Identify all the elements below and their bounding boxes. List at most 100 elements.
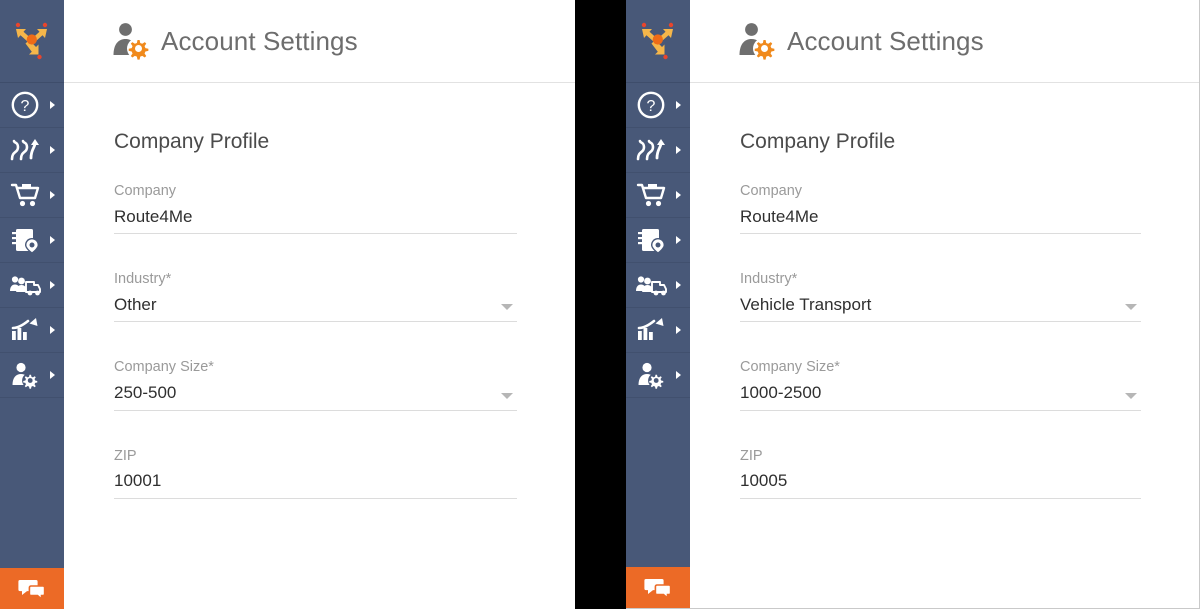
route4me-logo-icon: [641, 22, 674, 60]
main-content: Account Settings Company Profile Company…: [690, 0, 1199, 608]
sidebar-item-customers[interactable]: [0, 263, 64, 308]
route4me-logo-icon: [15, 22, 48, 60]
section-title: Company Profile: [114, 130, 270, 153]
page-title: Account Settings: [161, 25, 358, 56]
sidebar-item-help[interactable]: ?: [626, 83, 690, 128]
chevron-right-icon: [676, 371, 681, 379]
zip-input[interactable]: 10001: [114, 469, 517, 499]
chevron-right-icon: [676, 326, 681, 334]
sidebar-item-help[interactable]: ?: [0, 83, 64, 128]
industry-select[interactable]: Vehicle Transport: [740, 293, 1141, 323]
field-company-size: Company Size* 1000-2500: [740, 358, 1141, 411]
company-input[interactable]: Route4Me: [740, 205, 1141, 235]
customers-truck-icon: [8, 268, 42, 302]
zip-input[interactable]: 10005: [740, 469, 1141, 499]
sidebar-item-analytics[interactable]: [626, 308, 690, 353]
panel-right: ? Account Settings Company Profile Compa…: [626, 0, 1200, 609]
sidebar-item-customers[interactable]: [626, 263, 690, 308]
chevron-right-icon: [676, 101, 681, 109]
field-company: Company Route4Me: [740, 182, 1141, 235]
company-profile-section: Company Profile Company Route4Me Industr…: [690, 83, 1199, 608]
field-label-zip: ZIP: [740, 447, 763, 464]
account-settings-icon: [634, 358, 668, 392]
industry-select[interactable]: Other: [114, 293, 517, 323]
chevron-right-icon: [676, 191, 681, 199]
chevron-right-icon: [50, 236, 55, 244]
field-label-industry: Industry*: [740, 271, 798, 288]
page-header: Account Settings: [690, 0, 1199, 83]
chevron-right-icon: [50, 146, 55, 154]
field-label-company-size: Company Size*: [114, 359, 214, 376]
help-circle-icon: ?: [634, 88, 668, 122]
field-label-company-size: Company Size*: [740, 359, 840, 376]
field-zip: ZIP 10001: [114, 447, 517, 499]
panel-left: ? Account Settings Company Profile Compa…: [0, 0, 575, 609]
account-settings-icon: [8, 358, 42, 392]
field-company: Company Route4Me: [114, 182, 517, 235]
sidebar-nav: ?: [626, 83, 690, 398]
sidebar-item-analytics[interactable]: [0, 308, 64, 353]
company-profile-form: Company Route4Me Industry* Other Company…: [114, 182, 517, 499]
field-company-size: Company Size* 250-500: [114, 358, 517, 411]
chevron-right-icon: [676, 236, 681, 244]
sidebar: ?: [626, 0, 690, 608]
sidebar-item-account-settings[interactable]: [626, 353, 690, 398]
sidebar: ?: [0, 0, 64, 609]
field-label-industry: Industry*: [114, 271, 172, 288]
sidebar-item-address-book[interactable]: [0, 218, 64, 263]
chevron-down-icon[interactable]: [1125, 304, 1137, 311]
field-label-company: Company: [740, 183, 803, 199]
chevron-right-icon: [50, 281, 55, 289]
sidebar-nav: ?: [0, 83, 64, 398]
chevron-right-icon: [50, 191, 55, 199]
sidebar-item-routes[interactable]: [626, 128, 690, 173]
chat-bubble-icon: [18, 579, 46, 600]
company-size-select[interactable]: 250-500: [114, 381, 517, 411]
chevron-right-icon: [50, 101, 55, 109]
company-profile-section: Company Profile Company Route4Me Industr…: [64, 83, 575, 609]
page-header: Account Settings: [64, 0, 575, 83]
chevron-down-icon[interactable]: [501, 392, 513, 399]
address-book-icon: [634, 223, 668, 257]
routes-icon: [634, 133, 668, 167]
analytics-chart-icon: [8, 313, 42, 347]
field-industry: Industry* Vehicle Transport: [740, 270, 1141, 323]
sidebar-item-orders[interactable]: [626, 173, 690, 218]
main-content: Account Settings Company Profile Company…: [64, 0, 575, 609]
route4me-logo[interactable]: [0, 0, 64, 83]
screenshot-stage: ? Account Settings Company Profile Compa…: [0, 0, 1200, 609]
company-input[interactable]: Route4Me: [114, 205, 517, 235]
chat-button[interactable]: [626, 567, 690, 608]
chevron-right-icon: [50, 326, 55, 334]
section-title: Company Profile: [740, 130, 896, 153]
sidebar-item-routes[interactable]: [0, 128, 64, 173]
sidebar-item-orders[interactable]: [0, 173, 64, 218]
svg-text:?: ?: [21, 98, 30, 115]
route4me-logo[interactable]: [626, 0, 690, 83]
chevron-right-icon: [676, 146, 681, 154]
sidebar-item-address-book[interactable]: [626, 218, 690, 263]
chevron-down-icon[interactable]: [1125, 392, 1137, 399]
field-industry: Industry* Other: [114, 270, 517, 323]
svg-text:?: ?: [647, 98, 656, 115]
orders-cart-icon: [8, 178, 42, 212]
chat-button[interactable]: [0, 568, 64, 609]
account-settings-icon: [113, 23, 149, 60]
company-profile-form: Company Route4Me Industry* Vehicle Trans…: [740, 182, 1141, 499]
field-label-zip: ZIP: [114, 447, 137, 464]
sidebar-item-account-settings[interactable]: [0, 353, 64, 398]
analytics-chart-icon: [634, 313, 668, 347]
company-size-select[interactable]: 1000-2500: [740, 381, 1141, 411]
field-zip: ZIP 10005: [740, 447, 1141, 499]
chevron-down-icon[interactable]: [501, 304, 513, 311]
chat-bubble-icon: [644, 578, 672, 599]
chevron-right-icon: [676, 281, 681, 289]
help-circle-icon: ?: [8, 88, 42, 122]
chevron-right-icon: [50, 371, 55, 379]
page-title: Account Settings: [787, 25, 984, 56]
customers-truck-icon: [634, 268, 668, 302]
account-settings-icon: [739, 23, 775, 60]
field-label-company: Company: [114, 183, 177, 199]
